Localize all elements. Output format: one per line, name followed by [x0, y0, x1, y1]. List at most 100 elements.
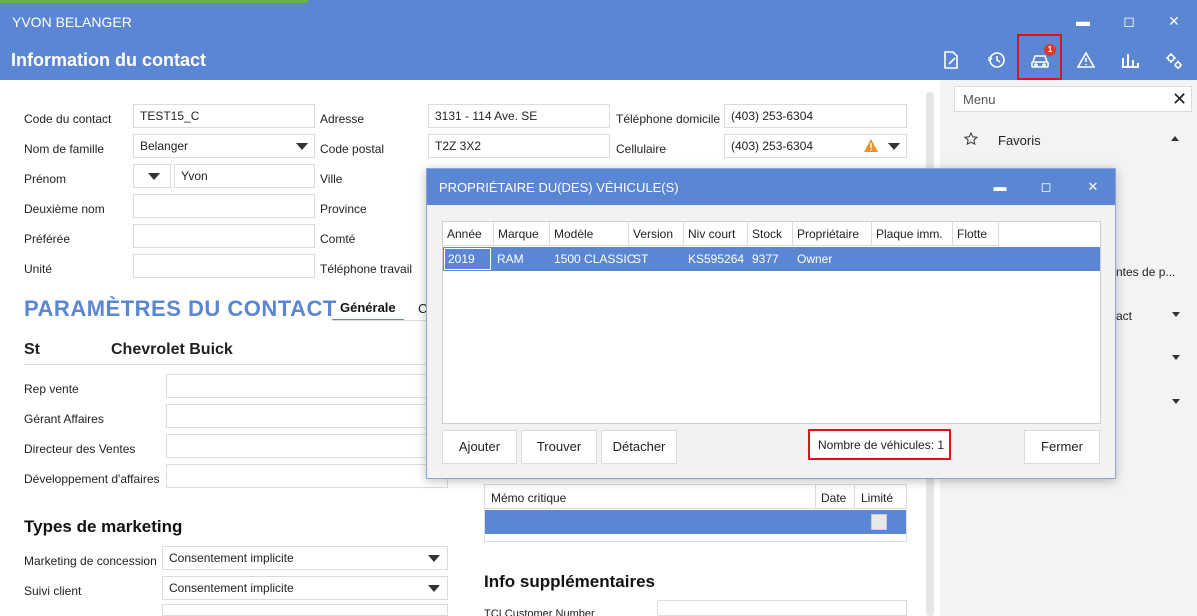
city-label: Ville: [320, 172, 343, 186]
home-phone-field[interactable]: (403) 253-6304: [724, 104, 907, 128]
cell-field[interactable]: (403) 253-6304: [724, 134, 907, 158]
tab-general[interactable]: Générale: [332, 300, 404, 321]
chevron-down-icon[interactable]: [1172, 312, 1180, 317]
bizdev-label: Développement d'affaires: [24, 472, 160, 486]
history-icon[interactable]: [984, 48, 1008, 72]
lastname-label: Nom de famille: [24, 142, 105, 156]
vehicle-owner-dialog: PROPRIÉTAIRE DU(DES) VÉHICULE(S) ▬ ◻ ✕ A…: [426, 168, 1116, 479]
edit-icon[interactable]: [939, 48, 963, 72]
col-header-version[interactable]: Version: [629, 222, 684, 246]
col-divider: [854, 484, 855, 508]
preferred-label: Préférée: [24, 232, 71, 246]
detach-button[interactable]: Détacher: [601, 430, 677, 464]
address-field[interactable]: 3131 - 114 Ave. SE: [428, 104, 610, 128]
middlename-field[interactable]: [133, 194, 315, 218]
warning-icon: [864, 139, 878, 152]
dealer-name: Chevrolet Buick: [111, 341, 233, 358]
close-icon[interactable]: ✕: [1172, 90, 1187, 108]
cell-make: RAM: [497, 252, 524, 266]
dialog-maximize-button[interactable]: ◻: [1035, 177, 1057, 197]
store-label: St: [24, 341, 40, 358]
settings-icon[interactable]: [1162, 48, 1186, 72]
address-label: Adresse: [320, 112, 365, 126]
code-field[interactable]: TEST15_C: [133, 104, 315, 128]
unit-field[interactable]: [133, 254, 315, 278]
chevron-down-icon[interactable]: [1172, 399, 1180, 404]
manager-field[interactable]: [166, 404, 428, 428]
middlename-label: Deuxième nom: [24, 202, 105, 216]
preferred-field[interactable]: [133, 224, 315, 248]
minimize-button[interactable]: ▬: [1071, 10, 1095, 32]
col-header-year[interactable]: Année: [443, 222, 494, 246]
close-button[interactable]: ✕: [1162, 10, 1186, 32]
col-header-make[interactable]: Marque: [494, 222, 550, 246]
favorites-item[interactable]: Favoris: [998, 133, 1041, 148]
chart-icon[interactable]: [1118, 48, 1142, 72]
warning-icon[interactable]: [1074, 48, 1098, 72]
col-divider: [815, 484, 816, 508]
cell-owner: Owner: [797, 252, 833, 266]
lastname-select[interactable]: Belanger: [133, 134, 315, 158]
cell-stock: 9377: [752, 252, 779, 266]
menu-item-partial[interactable]: ntes de p...: [1116, 265, 1175, 279]
memo-col-limit[interactable]: Limité: [861, 491, 893, 505]
col-header-stock[interactable]: Stock: [748, 222, 793, 246]
caret-down-icon[interactable]: [428, 555, 440, 562]
dialog-minimize-button[interactable]: ▬: [989, 177, 1011, 197]
accent-strip: [0, 0, 308, 3]
dealer-marketing-select[interactable]: Consentement implicite: [162, 546, 448, 570]
home-phone-label: Téléphone domicile: [616, 112, 721, 126]
col-header-vin[interactable]: Niv court: [684, 222, 748, 246]
star-icon: [964, 132, 978, 146]
maximize-button[interactable]: ◻: [1117, 10, 1141, 32]
find-button[interactable]: Trouver: [521, 430, 597, 464]
caret-down-icon[interactable]: [428, 585, 440, 592]
cell-model: 1500 CLASSIC: [554, 252, 636, 266]
unit-label: Unité: [24, 262, 53, 276]
dialog-title: PROPRIÉTAIRE DU(DES) VÉHICULE(S): [439, 180, 679, 195]
tci-field[interactable]: [657, 600, 907, 616]
vehicle-count-badge: 1: [1044, 44, 1056, 56]
cell-version: ST: [633, 252, 649, 266]
memo-col-date[interactable]: Date: [821, 491, 846, 505]
firstname-field[interactable]: Yvon: [174, 164, 315, 188]
postal-field[interactable]: T2Z 3X2: [428, 134, 610, 158]
postal-label: Code postal: [320, 142, 385, 156]
add-button[interactable]: Ajouter: [442, 430, 517, 464]
chevron-up-icon[interactable]: [1171, 136, 1179, 141]
county-label: Comté: [320, 232, 356, 246]
memo-table: Mémo critique Date Limité: [484, 484, 907, 542]
tci-label: TCI Customer Number: [484, 608, 595, 616]
marketing-heading: Types de marketing: [24, 517, 183, 536]
caret-down-icon[interactable]: [888, 143, 900, 150]
memo-col-memo[interactable]: Mémo critique: [491, 491, 566, 505]
marketing-third-select[interactable]: [162, 604, 448, 616]
col-header-owner[interactable]: Propriétaire: [793, 222, 872, 246]
window-title: YVON BELANGER: [12, 14, 132, 30]
work-phone-label: Téléphone travail: [320, 262, 413, 276]
memo-limit-checkbox[interactable]: [871, 514, 887, 530]
bizdev-field[interactable]: [166, 464, 448, 488]
col-header-plate[interactable]: Plaque imm.: [872, 222, 953, 246]
caret-down-icon[interactable]: [148, 173, 160, 180]
menu-search-input[interactable]: Menu: [954, 86, 1192, 112]
cell-label: Cellulaire: [616, 142, 667, 156]
col-header-fleet[interactable]: Flotte: [953, 222, 999, 246]
caret-down-icon[interactable]: [296, 143, 308, 150]
followup-label: Suivi client: [24, 584, 82, 598]
close-dialog-button[interactable]: Fermer: [1024, 430, 1100, 464]
chevron-down-icon[interactable]: [1172, 355, 1180, 360]
dialog-close-button[interactable]: ✕: [1082, 177, 1104, 197]
menu-item-partial[interactable]: act: [1116, 309, 1132, 323]
followup-select[interactable]: Consentement implicite: [162, 576, 448, 600]
col-header-model[interactable]: Modèle: [550, 222, 629, 246]
extra-heading: Info supplémentaires: [484, 572, 655, 591]
dealer-marketing-label: Marketing de concession: [24, 554, 157, 568]
memo-header: Mémo critique Date Limité: [485, 485, 906, 509]
province-label: Province: [320, 202, 367, 216]
sales-director-label: Directeur des Ventes: [24, 442, 136, 456]
memo-row[interactable]: [485, 510, 906, 534]
rep-field[interactable]: [166, 374, 428, 398]
cell-vin: KS595264: [688, 252, 745, 266]
sales-director-field[interactable]: [166, 434, 428, 458]
